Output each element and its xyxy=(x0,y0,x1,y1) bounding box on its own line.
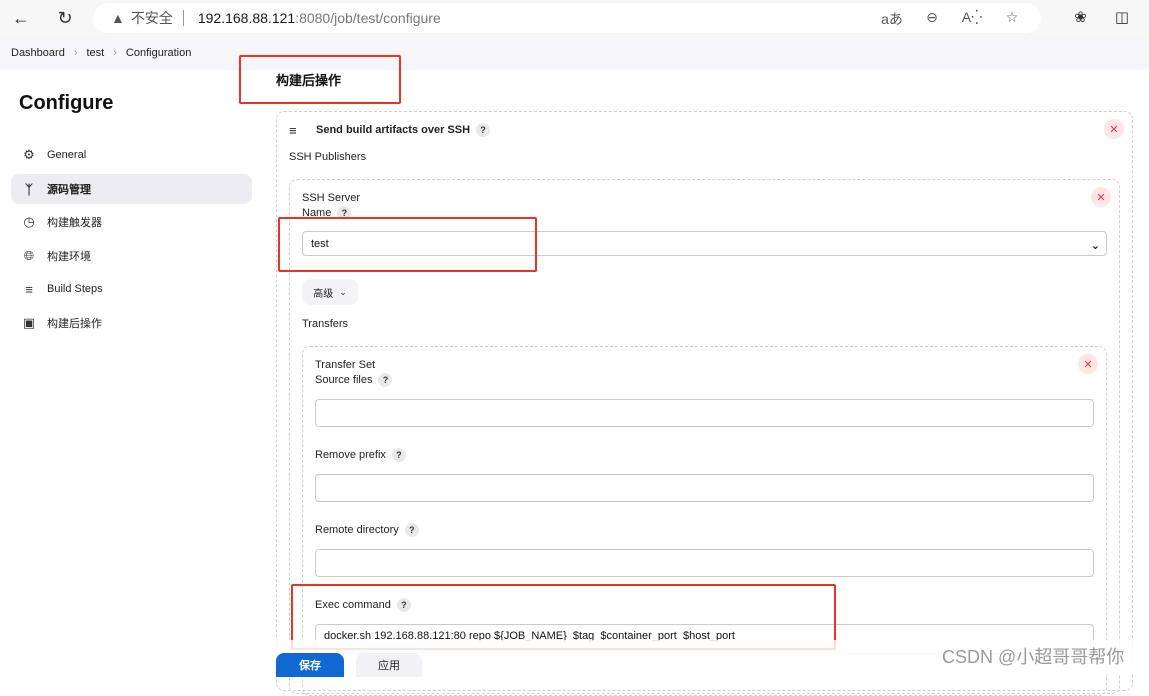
sidebar-item-label: 构建触发器 xyxy=(47,217,102,229)
sidebar-item-source-control[interactable]: ᛉ 源码管理 xyxy=(11,174,252,204)
exec-command-text: Exec command xyxy=(315,599,391,611)
name-label-text: Name xyxy=(302,207,332,219)
chevron-right-icon: › xyxy=(73,47,78,59)
package-icon: ▣ xyxy=(22,315,36,330)
zoom-out-icon[interactable]: ⊖ xyxy=(921,9,943,29)
url-host: 192.168.88.121 xyxy=(197,10,296,26)
browser-toolbar: ← ↻ ▲ 不安全 192.168.88.121:8080/job/test/c… xyxy=(0,0,1149,36)
breadcrumb-configuration[interactable]: Configuration xyxy=(126,47,191,59)
transfers-label: Transfers xyxy=(302,318,349,330)
remove-prefix-text: Remove prefix xyxy=(315,449,386,461)
ssh-publishers-label: SSH Publishers xyxy=(289,151,367,163)
selected-server: test xyxy=(311,237,329,250)
remote-directory-input[interactable] xyxy=(315,549,1094,577)
list-icon: ≡ xyxy=(25,281,33,297)
close-icon: ✕ xyxy=(1083,358,1093,371)
warning-icon: ▲ xyxy=(111,10,125,26)
page-title: Configure xyxy=(19,92,114,114)
publisher-title: Send build artifacts over SSH? xyxy=(316,123,491,138)
extensions-icon[interactable]: ❀ xyxy=(1074,8,1087,26)
save-button[interactable]: 保存 xyxy=(276,653,344,677)
source-files-label: Source files? xyxy=(315,373,393,388)
remove-transfer-set-button[interactable]: ✕ xyxy=(1078,354,1098,374)
sidebar-item-label: 构建后操作 xyxy=(47,318,102,330)
sidebar-item-label: 构建环境 xyxy=(47,251,91,263)
globe-icon: 🌐︎ xyxy=(23,248,35,263)
divider xyxy=(182,10,184,26)
address-bar[interactable]: ▲ 不安全 192.168.88.121:8080/job/test/confi… xyxy=(93,3,1041,33)
advanced-label: 高级 xyxy=(313,288,334,300)
sidebar-item-build-environment[interactable]: 🌐︎ 构建环境 xyxy=(11,241,252,271)
help-icon[interactable]: ? xyxy=(378,373,393,388)
remove-prefix-label: Remove prefix? xyxy=(315,448,406,463)
translate-icon[interactable]: aあ xyxy=(881,9,903,29)
ssh-server-select[interactable]: test ⌄ xyxy=(302,231,1107,256)
sidebar-item-label: 源码管理 xyxy=(47,184,91,196)
branch-icon: ᛉ xyxy=(25,181,33,197)
help-icon[interactable]: ? xyxy=(476,123,491,138)
sidebar-item-label: General xyxy=(47,149,87,161)
help-icon[interactable]: ? xyxy=(396,598,411,613)
sidebar-item-build-steps[interactable]: ≡ Build Steps xyxy=(11,274,252,304)
reload-button[interactable]: ↻ xyxy=(53,6,77,30)
url-path: :8080/job/test/configure xyxy=(295,10,441,26)
favorite-star-icon[interactable]: ☆ xyxy=(1001,9,1023,29)
gear-icon: ⚙ xyxy=(23,147,35,162)
breadcrumb-dashboard[interactable]: Dashboard xyxy=(11,47,65,59)
ssh-server-label: SSH Server xyxy=(302,192,361,204)
apply-button[interactable]: 应用 xyxy=(356,653,422,677)
ssh-server-name-label: Name? xyxy=(302,206,352,221)
drag-handle-icon[interactable]: ≡ xyxy=(289,123,297,138)
remove-server-button[interactable]: ✕ xyxy=(1091,187,1111,207)
split-screen-icon[interactable]: ◫ xyxy=(1115,8,1129,26)
sidebar-item-post-build[interactable]: ▣ 构建后操作 xyxy=(11,308,252,338)
source-files-text: Source files xyxy=(315,374,373,386)
advanced-button[interactable]: 高级 ⌄ xyxy=(302,279,358,305)
sidebar-item-general[interactable]: ⚙ General xyxy=(11,140,252,170)
help-icon[interactable]: ? xyxy=(337,206,352,221)
security-warning[interactable]: 不安全 xyxy=(131,8,173,28)
publisher-title-text: Send build artifacts over SSH xyxy=(316,124,471,136)
source-files-input[interactable] xyxy=(315,399,1094,427)
chevron-down-icon: ⌄ xyxy=(1090,240,1100,252)
watermark: CSDN @小超哥哥帮你 xyxy=(942,647,1125,667)
back-button[interactable]: ← xyxy=(9,6,33,30)
page: Dashboard › test › Configuration Configu… xyxy=(0,36,1149,696)
remove-publisher-button[interactable]: ✕ xyxy=(1104,119,1124,139)
remote-directory-label: Remote directory? xyxy=(315,523,419,538)
exec-command-label: Exec command? xyxy=(315,598,411,613)
breadcrumb: Dashboard › test › Configuration xyxy=(0,36,1149,70)
arrow-left-icon: ← xyxy=(12,7,30,28)
close-icon: ✕ xyxy=(1109,123,1119,136)
chevron-right-icon: › xyxy=(113,47,117,59)
help-icon[interactable]: ? xyxy=(391,448,406,463)
breadcrumb-test[interactable]: test xyxy=(87,47,105,59)
sidebar-item-build-triggers[interactable]: ◷ 构建触发器 xyxy=(11,207,252,237)
remote-directory-text: Remote directory xyxy=(315,524,399,536)
chevron-down-icon: ⌄ xyxy=(339,286,347,297)
close-icon: ✕ xyxy=(1096,191,1106,204)
help-icon[interactable]: ? xyxy=(404,523,419,538)
timer-icon: ◷ xyxy=(23,214,35,229)
section-title: 构建后操作 xyxy=(276,73,342,88)
remove-prefix-input[interactable] xyxy=(315,474,1094,502)
reload-icon: ↻ xyxy=(57,7,73,28)
sidebar-item-label: Build Steps xyxy=(47,283,103,295)
read-aloud-icon[interactable]: A⁛ xyxy=(961,9,983,29)
transfer-set-title: Transfer Set xyxy=(315,359,376,371)
